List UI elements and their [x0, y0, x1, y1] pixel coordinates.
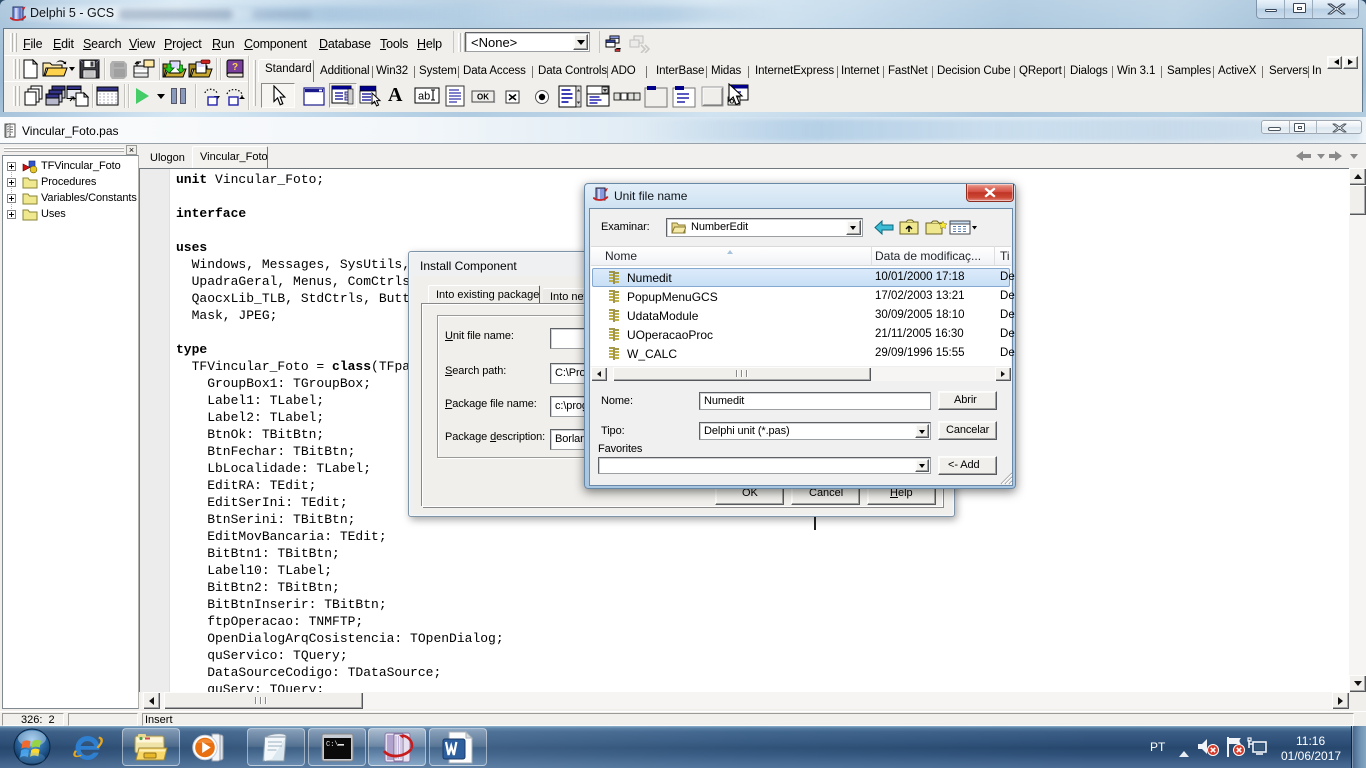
svg-text:OK: OK [477, 93, 489, 102]
svg-text:?: ? [232, 62, 238, 73]
svg-text:C:\: C:\ [326, 741, 339, 749]
svg-text:ab: ab [418, 91, 430, 103]
